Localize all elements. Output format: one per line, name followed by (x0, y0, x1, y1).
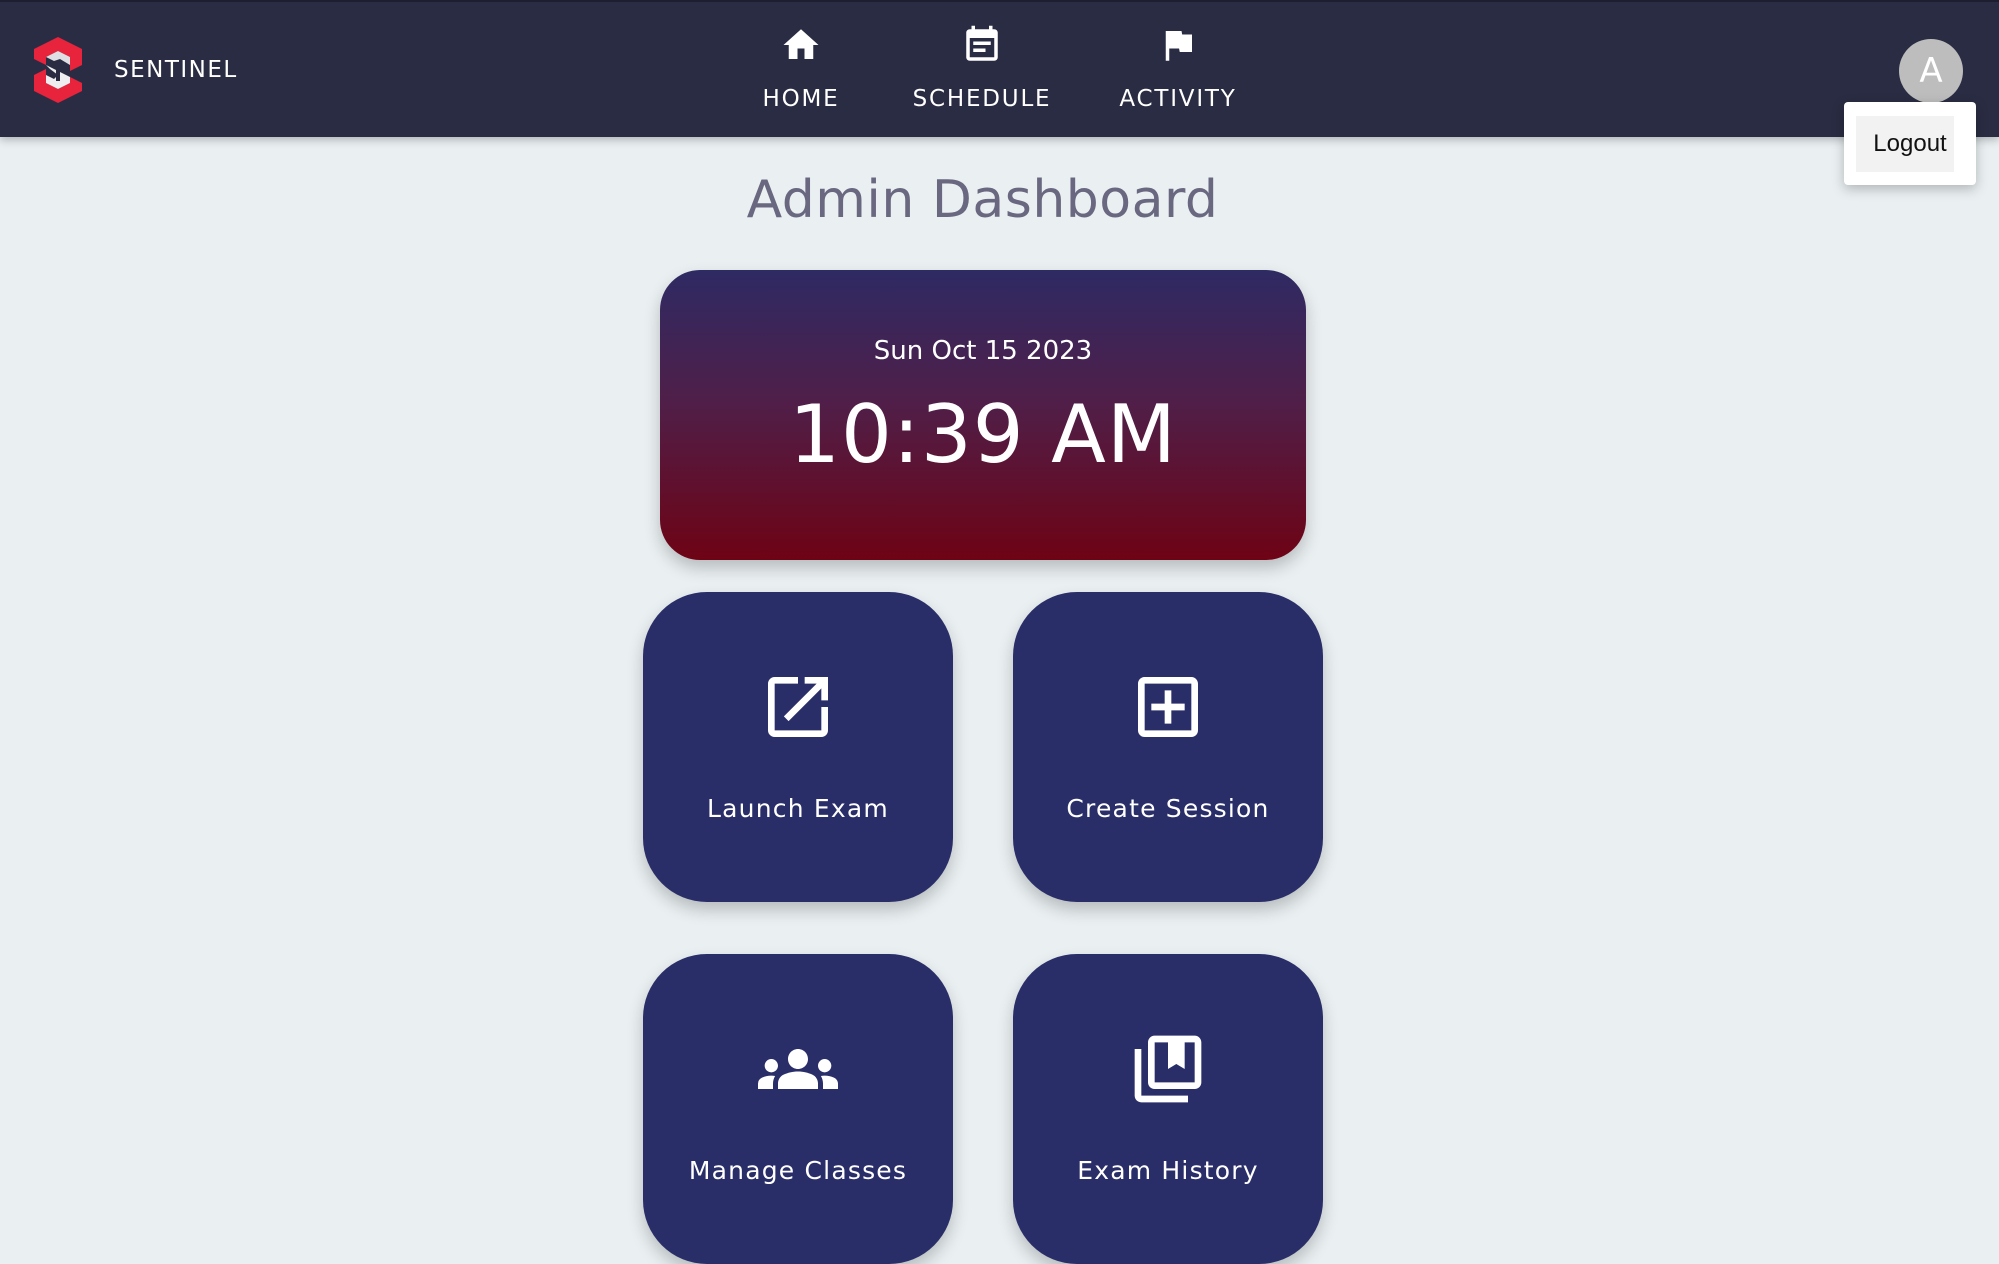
brand-name: SENTINEL (114, 57, 238, 83)
top-navbar: SENTINEL HOME SCHEDULE ACTIVITY A (0, 0, 1999, 137)
manage-classes-button[interactable]: Manage Classes (643, 954, 953, 1264)
calendar-icon (966, 25, 998, 61)
nav-label-activity: ACTIVITY (1119, 86, 1237, 112)
clock-date: Sun Oct 15 2023 (873, 336, 1093, 366)
launch-exam-button[interactable]: Launch Exam (643, 592, 953, 902)
launch-exam-label: Launch Exam (707, 794, 889, 823)
logout-menu-item[interactable]: Logout (1844, 115, 1976, 173)
brand[interactable]: SENTINEL (30, 35, 238, 105)
clock-time: 10:39 AM (789, 388, 1177, 481)
flag-icon (1165, 31, 1192, 61)
library-books-icon (1134, 1035, 1202, 1103)
nav-label-home: HOME (762, 86, 840, 112)
logout-label: Logout (1873, 130, 1947, 157)
clock-card: Sun Oct 15 2023 10:39 AM (660, 270, 1306, 560)
nav-item-home[interactable]: HOME (711, 24, 891, 124)
create-session-label: Create Session (1066, 794, 1270, 823)
create-session-button[interactable]: Create Session (1013, 592, 1323, 902)
exam-history-label: Exam History (1077, 1156, 1259, 1185)
open-in-new-icon (768, 677, 828, 737)
groups-icon (758, 1049, 838, 1089)
exam-history-button[interactable]: Exam History (1013, 954, 1323, 1264)
user-menu: Logout (1844, 102, 1976, 185)
page-title: Admin Dashboard (746, 170, 1219, 230)
manage-classes-label: Manage Classes (688, 1156, 908, 1185)
home-icon (783, 29, 819, 59)
avatar-letter: A (1919, 51, 1943, 91)
nav-label-schedule: SCHEDULE (912, 86, 1052, 112)
nav-item-schedule[interactable]: SCHEDULE (892, 24, 1072, 124)
add-box-icon (1138, 677, 1198, 737)
user-avatar[interactable]: A (1899, 39, 1963, 103)
nav-item-activity[interactable]: ACTIVITY (1088, 24, 1268, 124)
sentinel-logo-icon (34, 37, 82, 103)
